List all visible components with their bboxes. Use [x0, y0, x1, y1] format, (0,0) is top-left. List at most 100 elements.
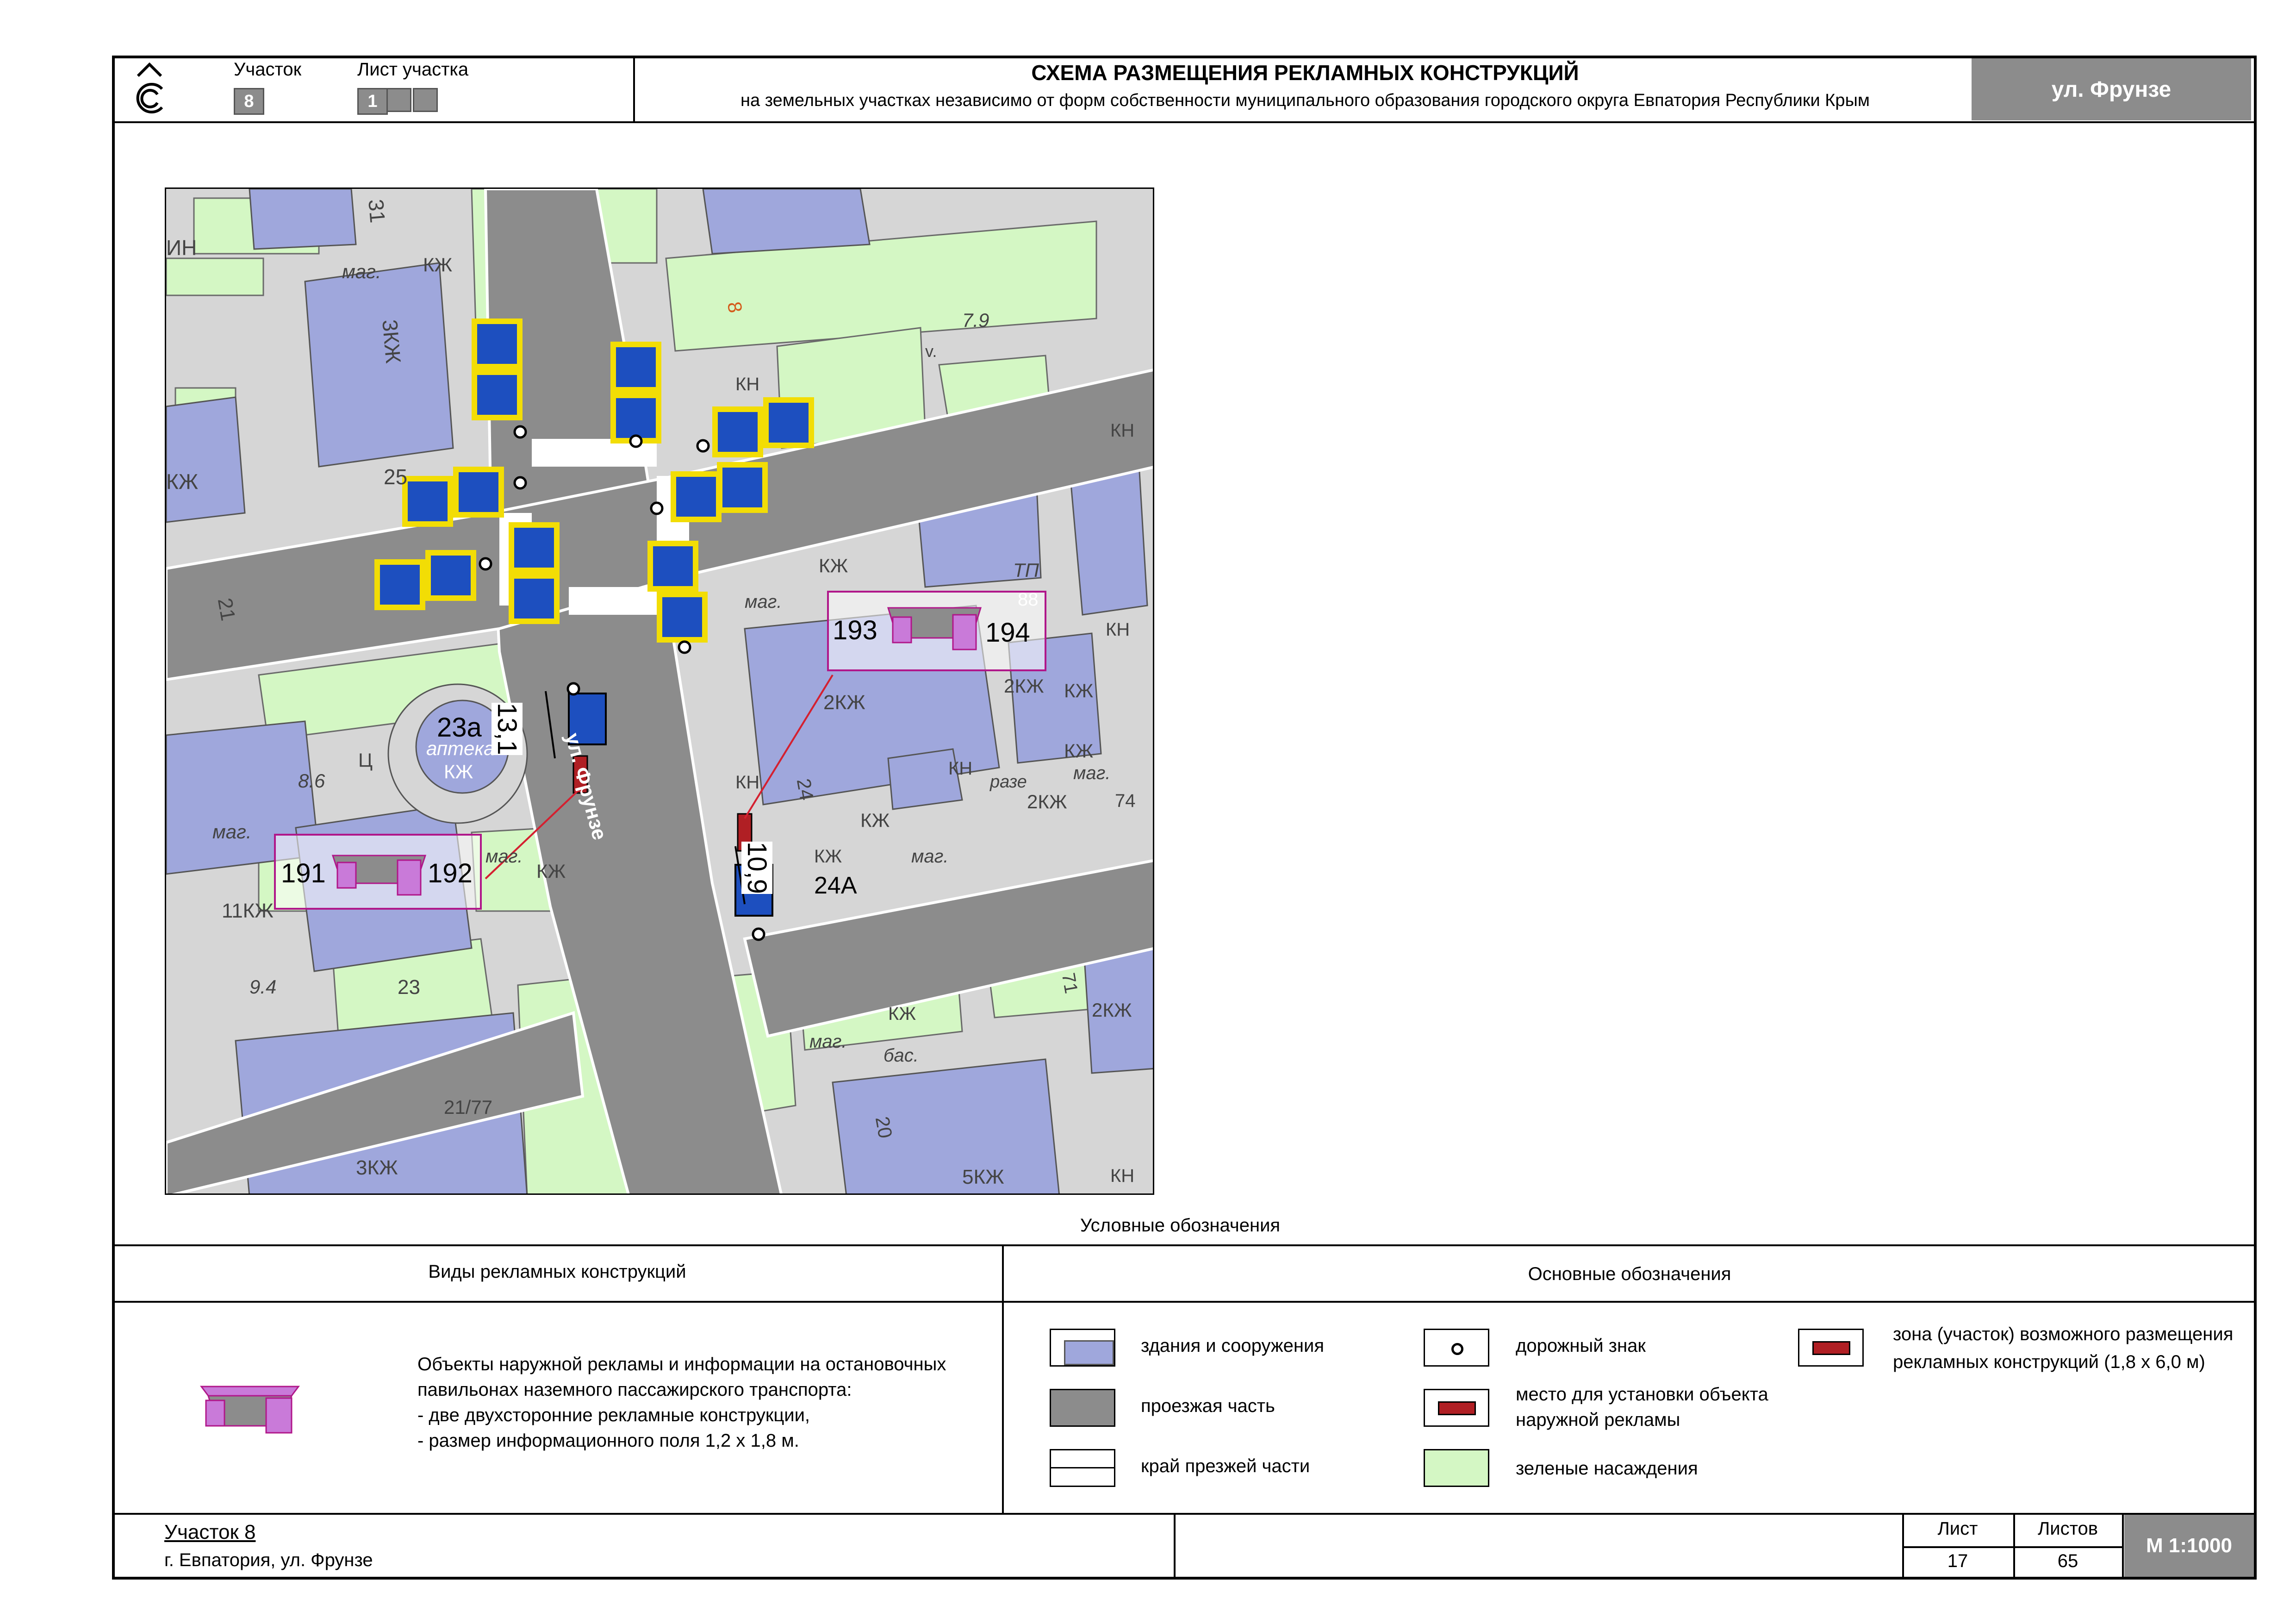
legend-divider	[1002, 1244, 1004, 1513]
map-label: 8.6	[298, 770, 325, 792]
map-label: 24А	[814, 872, 857, 899]
map-label: КН	[948, 758, 973, 779]
map-label: 2КЖ	[1027, 791, 1067, 812]
map-label: v.	[925, 342, 937, 361]
pavilion-id-192: 192	[428, 858, 473, 888]
map-label: КЖ	[860, 809, 890, 831]
map-label: 74	[1115, 791, 1136, 811]
legend-zone-1: зона (участок) возможного размещения	[1893, 1324, 2234, 1344]
legend-ad-place-2: наружной рекламы	[1516, 1410, 1680, 1430]
map-label: КН	[1110, 420, 1135, 441]
distance-label-1: 13,1	[492, 703, 523, 755]
map-label: КН	[735, 374, 760, 394]
map-label: 88	[1018, 589, 1039, 610]
legend-title: Условные обозначения	[1080, 1215, 1281, 1236]
map-label: маг.	[342, 261, 381, 282]
street-badge: ул. Фрунзе	[1972, 58, 2251, 120]
map-label: 11КЖ	[222, 899, 274, 922]
site-map[interactable]: ул. Фрунзе 13,1 10,9 191 192 193 194 31 …	[165, 187, 1154, 1195]
map-label: маг.	[745, 592, 782, 612]
distance-label-2: 10,9	[741, 842, 772, 894]
map-label: 24	[792, 777, 818, 802]
road-edge-swatch	[1050, 1449, 1115, 1487]
scale-badge: М 1:1000	[2124, 1515, 2254, 1577]
page-title: СХЕМА РАЗМЕЩЕНИЯ РЕКЛАМНЫХ КОНСТРУКЦИЙ	[1031, 61, 1579, 85]
map-label: 2КЖ	[1004, 675, 1044, 697]
legend-ad-place-1: место для установки объекта	[1516, 1384, 1768, 1405]
map-label: маг.	[911, 846, 949, 867]
map-label: 31	[364, 198, 390, 224]
legend-roadway: проезжая часть	[1141, 1396, 1275, 1416]
header-bottom-line	[112, 121, 2257, 123]
map-label: маг.	[212, 821, 252, 843]
map-label: 23	[398, 976, 420, 999]
map-label: 2КЖ	[1092, 999, 1132, 1021]
map-label: 3КЖ	[378, 319, 406, 365]
pavilion-desc-line: павильонах наземного пассажирского транс…	[417, 1380, 852, 1400]
map-label: аптека	[426, 737, 495, 759]
zone-swatch	[1798, 1329, 1864, 1367]
footer-divider-4	[2122, 1513, 2124, 1580]
map-label: КЖ	[444, 761, 473, 782]
sheet-empty-box-2	[413, 88, 438, 112]
map-label: 2КЖ	[823, 691, 865, 714]
footer-sheet-label: Лист	[1937, 1518, 1978, 1539]
pavilion-desc-line: Объекты наружной рекламы и информации на…	[417, 1354, 946, 1374]
footer-sheets-value: 65	[2057, 1551, 2078, 1571]
map-label: КН	[735, 772, 760, 793]
footer-sheet-value: 17	[1947, 1551, 1968, 1571]
main-header: Основные обозначения	[1528, 1264, 1731, 1284]
pavilion-desc-line: - две двухсторонние рекламные конструкци…	[417, 1405, 810, 1425]
pavilion-id-194: 194	[985, 618, 1030, 648]
sheet-empty-box-1	[386, 88, 411, 112]
ad-place-swatch	[1424, 1389, 1489, 1427]
types-header: Виды рекламных конструкций	[428, 1262, 686, 1282]
map-label: маг.	[485, 846, 523, 867]
map-label: КЖ	[536, 860, 566, 882]
map-label: КЖ	[1064, 740, 1094, 762]
page-subtitle: на земельных участках независимо от форм…	[740, 91, 1870, 110]
map-label: ИН	[166, 236, 197, 260]
map-label: 71	[1058, 971, 1082, 995]
legend-header-line	[112, 1301, 2257, 1303]
map-label: 21	[213, 596, 240, 623]
map-label: Ц	[358, 749, 373, 771]
map-label: 7.9	[962, 309, 989, 331]
logo-icon	[124, 57, 175, 118]
map-label: КЖ	[423, 254, 453, 275]
legend-top-line	[112, 1244, 2257, 1246]
buildings-swatch	[1050, 1329, 1115, 1367]
plot-label: Участок	[234, 59, 302, 80]
map-label: КЖ	[888, 1004, 916, 1024]
map-label: КЖ	[1064, 680, 1094, 701]
legend-road-sign: дорожный знак	[1516, 1336, 1646, 1356]
map-label: КН	[1110, 1166, 1135, 1186]
sign-point-icon	[1451, 1343, 1463, 1355]
plot-number-box: 8	[234, 88, 264, 115]
pavilion-desc-line: - размер информационного поля 1,2 х 1,8 …	[417, 1430, 799, 1451]
map-label: маг.	[1073, 763, 1111, 783]
legend-road-edge: край презжей части	[1141, 1456, 1310, 1476]
map-label: 9.4	[249, 976, 277, 998]
roadway-swatch	[1050, 1389, 1115, 1427]
map-label: КЖ	[166, 469, 199, 493]
footer-address: г. Евпатория, ул. Фрунзе	[164, 1550, 373, 1570]
map-label: 25	[384, 465, 408, 489]
footer-sheet-line	[1902, 1546, 2122, 1548]
map-label: КН	[1106, 619, 1130, 640]
road-sign-swatch	[1424, 1329, 1489, 1367]
pavilion-icon	[199, 1382, 301, 1435]
legend-buildings: здания и сооружения	[1141, 1336, 1324, 1356]
map-label: бас.	[884, 1045, 919, 1066]
footer-top-line	[112, 1513, 2257, 1515]
map-label: КЖ	[814, 846, 842, 867]
map-label: 5КЖ	[962, 1166, 1004, 1188]
map-label: 3КЖ	[356, 1156, 398, 1179]
sheet-label: Лист участка	[357, 59, 469, 80]
map-label: ТП	[1013, 559, 1039, 581]
map-label: 21/77	[444, 1096, 493, 1118]
map-label: 20	[871, 1115, 897, 1140]
pavilion-id-193: 193	[833, 615, 877, 645]
pavilion-id-191: 191	[281, 858, 326, 888]
footer-sheets-label: Листов	[2038, 1518, 2098, 1539]
